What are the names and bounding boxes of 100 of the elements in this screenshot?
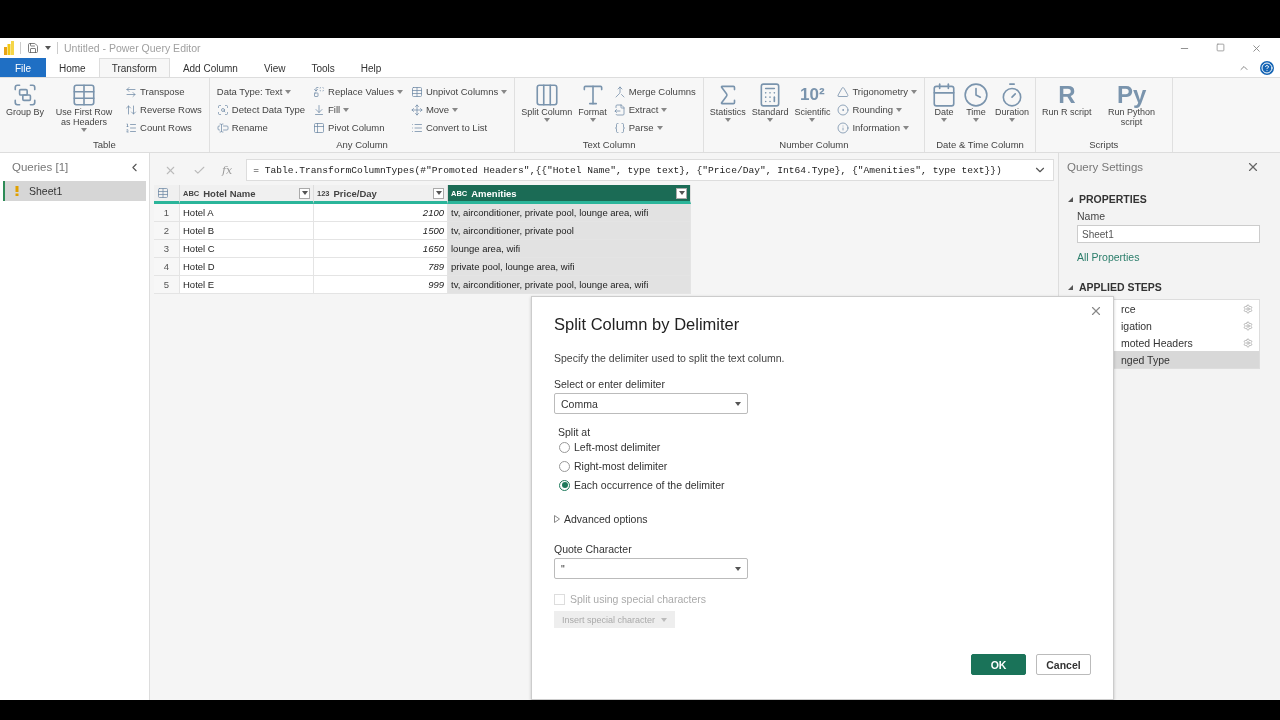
- help-icon[interactable]: [1260, 60, 1274, 75]
- ribbon-button[interactable]: Information: [835, 119, 919, 136]
- row-number: 2: [154, 222, 180, 240]
- list-icon: [410, 121, 423, 134]
- formula-field[interactable]: = Table.TransformColumnTypes(#"Promoted Headers",{{"Hotel Name", type text}, {"Price/Day", Int64.Type}, {"Amenities", type text}}): [246, 159, 1054, 181]
- columns-icon: [533, 82, 560, 108]
- ribbon-tab[interactable]: Transform: [98, 58, 170, 77]
- ribbon-button[interactable]: Extract: [611, 101, 698, 118]
- ribbon-button[interactable]: Group By: [5, 81, 46, 139]
- ribbon-tab[interactable]: File: [0, 58, 46, 77]
- panel-title: Queries [1]: [12, 161, 69, 173]
- ribbon-button[interactable]: Pivot Column: [311, 119, 405, 136]
- ribbon-button[interactable]: Format: [577, 81, 608, 139]
- text-cursor-icon: [216, 121, 229, 134]
- close-icon[interactable]: [1089, 304, 1103, 318]
- row-number: 4: [154, 258, 180, 276]
- ribbon-button[interactable]: Reverse Rows: [123, 101, 204, 118]
- dialog-button[interactable]: Cancel: [1036, 654, 1091, 675]
- grid-icon: [157, 187, 169, 199]
- expander-icon[interactable]: [1067, 195, 1074, 203]
- dialog-button[interactable]: OK: [971, 654, 1026, 675]
- arrow-down-icon: [313, 103, 326, 116]
- ribbon-button[interactable]: Transpose: [123, 83, 204, 100]
- gear-icon[interactable]: [1243, 337, 1253, 348]
- group-label: Date & Time Column: [935, 139, 1025, 152]
- ribbon-button[interactable]: Trigonometry: [835, 83, 919, 100]
- merge-icon: [613, 85, 626, 98]
- group-label: Number Column: [778, 139, 850, 152]
- ribbon-button[interactable]: Count Rows: [123, 119, 204, 136]
- grid-icon: [71, 82, 98, 108]
- ribbon-button[interactable]: Date: [930, 81, 958, 139]
- close-icon[interactable]: [1251, 42, 1262, 54]
- ribbon-button[interactable]: Statistics: [708, 81, 747, 139]
- section-heading: APPLIED STEPS: [1079, 281, 1162, 293]
- table-cell: tv, airconditioner, private pool, lounge area, wifi: [448, 276, 691, 294]
- ribbon-button[interactable]: Use First Row as Headers: [49, 81, 120, 139]
- ribbon-button[interactable]: Detect Data Type: [214, 101, 308, 118]
- filter-button[interactable]: [299, 187, 310, 199]
- name-field[interactable]: Sheet1: [1077, 225, 1260, 243]
- table-cell: tv, airconditioner, private pool: [448, 222, 691, 240]
- field-label: Name: [1077, 210, 1106, 222]
- ribbon-button[interactable]: Standard: [750, 81, 790, 139]
- group-label: Scripts: [1088, 139, 1120, 152]
- group-label: Text Column: [581, 139, 637, 152]
- filter-button[interactable]: [433, 187, 444, 199]
- ribbon-button[interactable]: Data Type: Text: [214, 83, 308, 100]
- row-number: 5: [154, 276, 180, 294]
- ribbon-button[interactable]: Merge Columns: [611, 83, 698, 100]
- quote-dropdown[interactable]: ": [554, 558, 748, 579]
- ribbon-button[interactable]: Replace Values: [311, 83, 405, 100]
- move-icon: [410, 103, 423, 116]
- field-label: Quote Character: [554, 543, 633, 555]
- radio-option[interactable]: Right-most delimiter: [559, 460, 1091, 472]
- caret-icon: [735, 401, 741, 406]
- save-icon: [27, 42, 39, 54]
- gear-icon[interactable]: [1243, 303, 1253, 314]
- ribbon-button[interactable]: Convert to List: [408, 119, 510, 136]
- ribbon-button[interactable]: Parse: [611, 119, 698, 136]
- advanced-options-toggle[interactable]: Advanced options: [554, 513, 1091, 525]
- row-number: 3: [154, 240, 180, 258]
- ribbon-button[interactable]: Unpivot Columns: [408, 83, 510, 100]
- close-icon[interactable]: [1246, 160, 1260, 174]
- ribbon-button[interactable]: Duration: [994, 81, 1031, 139]
- field-label: Split at: [558, 426, 592, 438]
- table-menu[interactable]: [154, 185, 180, 204]
- ribbon-button[interactable]: Rename: [214, 119, 308, 136]
- expander-icon[interactable]: [1067, 283, 1074, 291]
- ribbon-button[interactable]: Move: [408, 101, 510, 118]
- table-cell: Hotel E: [180, 276, 314, 294]
- table-cell: Hotel A: [180, 204, 314, 222]
- scan-icon: [216, 103, 229, 116]
- radio-option[interactable]: Each occurrence of the delimiter: [559, 479, 1091, 491]
- field-label: Select or enter delimiter: [554, 378, 666, 390]
- table-cell: 2100: [314, 204, 448, 222]
- ribbon-button[interactable]: Time: [962, 81, 990, 139]
- ribbon-button[interactable]: Fill: [311, 101, 405, 118]
- table-cell: Hotel B: [180, 222, 314, 240]
- ribbon-button[interactable]: 10² Scientific: [793, 81, 832, 139]
- arrows-icon: [125, 103, 138, 116]
- query-item[interactable]: Sheet1: [3, 181, 146, 201]
- ribbon-button[interactable]: Py Run Python script: [1096, 81, 1167, 139]
- replace-icon: [313, 85, 326, 98]
- ribbon-button[interactable]: R Run R script: [1041, 81, 1093, 139]
- table-cell: private pool, lounge area, wifi: [448, 258, 691, 276]
- maximize-icon[interactable]: [1216, 42, 1225, 52]
- caret-icon: [45, 46, 51, 50]
- filter-button[interactable]: [676, 187, 687, 199]
- info-icon: [837, 121, 850, 134]
- group-icon: [12, 82, 38, 108]
- grid-icon: [313, 121, 326, 134]
- arrows-icon: [125, 85, 138, 98]
- ribbon-button[interactable]: Split Column: [520, 81, 574, 139]
- delimiter-dropdown[interactable]: Comma: [554, 393, 748, 414]
- dialog-title: Split Column by Delimiter: [554, 315, 741, 334]
- all-properties-link[interactable]: All Properties: [1077, 251, 1260, 263]
- ribbon-button[interactable]: Rounding: [835, 101, 919, 118]
- caret-icon: [661, 617, 668, 622]
- extract-icon: [613, 103, 626, 116]
- radio-option[interactable]: Left-most delimiter: [559, 441, 1091, 453]
- gear-icon[interactable]: [1243, 320, 1253, 331]
